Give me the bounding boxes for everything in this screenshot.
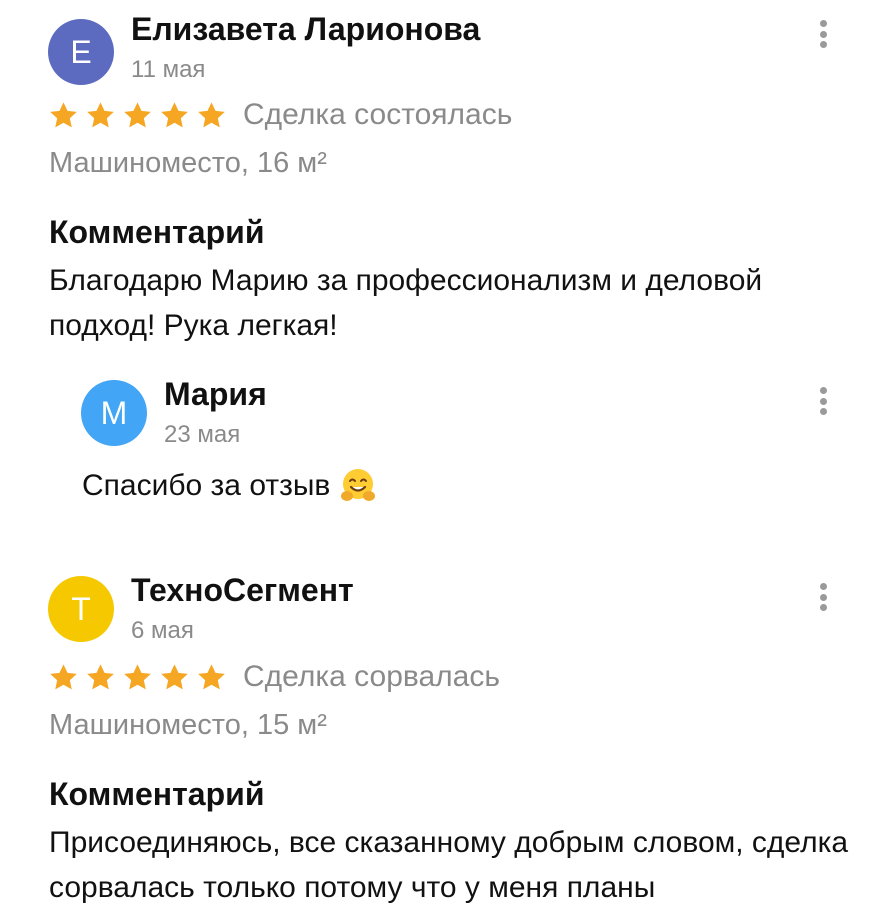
star-icon: [159, 662, 190, 693]
comment-heading: Комментарий: [49, 776, 265, 812]
more-vertical-icon: [819, 387, 827, 394]
avatar-letter: M: [100, 394, 128, 431]
star-icon: [48, 662, 79, 693]
star-icon: [85, 662, 116, 693]
reply-author: Мария: [164, 376, 267, 412]
review-subject: Машиноместо, 16 м²: [49, 147, 327, 179]
star-icon: [196, 100, 227, 131]
reply-avatar: M: [81, 380, 147, 446]
star-icon: [85, 100, 116, 131]
deal-status: Сделка состоялась: [243, 98, 513, 131]
review-date: 11 мая: [131, 56, 206, 83]
more-vertical-icon: [819, 20, 827, 27]
hugging-face-icon: [338, 466, 378, 506]
reply-message: Спасибо за отзыв: [82, 466, 378, 506]
review-author: Елизавета Ларионова: [131, 11, 481, 47]
more-options-button[interactable]: [813, 14, 833, 54]
comment-text: Присоединяюсь, все сказанному добрым сло…: [49, 826, 849, 904]
avatar-letter: T: [71, 590, 91, 627]
avatar: E: [48, 19, 114, 85]
reply-more-options-button[interactable]: [813, 381, 833, 421]
rating-stars: [48, 100, 227, 131]
reply-text: Спасибо за отзыв: [82, 469, 331, 502]
more-vertical-icon: [819, 583, 827, 590]
more-options-button[interactable]: [813, 577, 833, 617]
avatar: T: [48, 576, 114, 642]
star-icon: [122, 662, 153, 693]
star-icon: [196, 662, 227, 693]
review-date: 6 мая: [131, 617, 194, 644]
comment-text: Благодарю Марию за профессионализм и дел…: [49, 264, 763, 342]
star-icon: [159, 100, 190, 131]
review-author: ТехноСегмент: [131, 572, 354, 608]
reply-date: 23 мая: [164, 421, 241, 448]
star-icon: [122, 100, 153, 131]
rating-stars: [48, 662, 227, 693]
star-icon: [48, 100, 79, 131]
avatar-letter: E: [70, 33, 92, 70]
deal-status: Сделка сорвалась: [243, 660, 500, 693]
comment-heading: Комментарий: [49, 214, 265, 250]
review-subject: Машиноместо, 15 м²: [49, 709, 327, 741]
